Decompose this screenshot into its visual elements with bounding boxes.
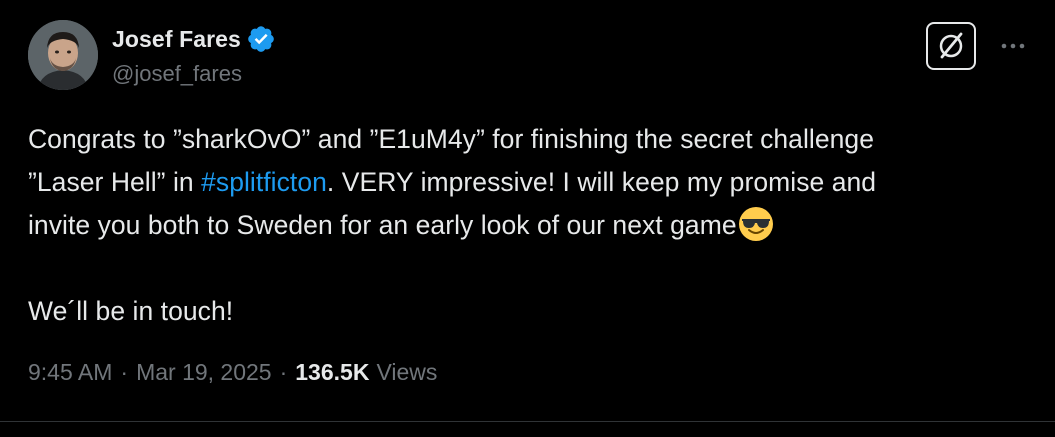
tweet-text-segment: ”Laser Hell” in [28,167,202,197]
author-name[interactable]: Josef Fares [112,26,241,53]
divider [0,421,1055,422]
views-count[interactable]: 136.5K [295,359,369,386]
tweet-date[interactable]: Mar 19, 2025 [136,359,272,386]
tweet-time[interactable]: 9:45 AM [28,359,112,386]
avatar[interactable] [28,20,98,90]
tweet-line: We´ll be in touch! [28,296,234,326]
meta-separator: · [279,359,288,385]
more-options-button[interactable] [996,34,1030,58]
hashtag-link[interactable]: #splitficton [201,167,327,197]
tweet-text-segment: invite you both to Sweden for an early l… [28,210,737,240]
tweet-meta: 9:45 AM · Mar 19, 2025 · 136.5K Views [28,359,437,386]
tweet-line: invite you both to Sweden for an early l… [28,204,1038,247]
grok-icon [939,32,963,59]
author-name-row: Josef Fares [112,24,276,54]
tweet-line: ”Laser Hell” in #splitficton. VERY impre… [28,161,1038,204]
grok-button[interactable] [926,22,976,70]
verified-badge-icon[interactable] [246,24,276,54]
tweet-card: Josef Fares @josef_fares Congrats to ”sh… [0,0,1055,437]
tweet-text: Congrats to ”sharkOvO” and ”E1uM4y” for … [28,118,1038,333]
avatar-image [28,20,98,90]
author-handle[interactable]: @josef_fares [112,61,242,87]
meta-separator: · [120,359,129,385]
tweet-line: Congrats to ”sharkOvO” and ”E1uM4y” for … [28,124,874,154]
more-dots-icon [1001,43,1025,49]
tweet-text-segment: . VERY impressive! I will keep my promis… [326,167,877,197]
views-label: Views [376,359,438,385]
smiling-face-with-sunglasses-icon [738,207,773,241]
